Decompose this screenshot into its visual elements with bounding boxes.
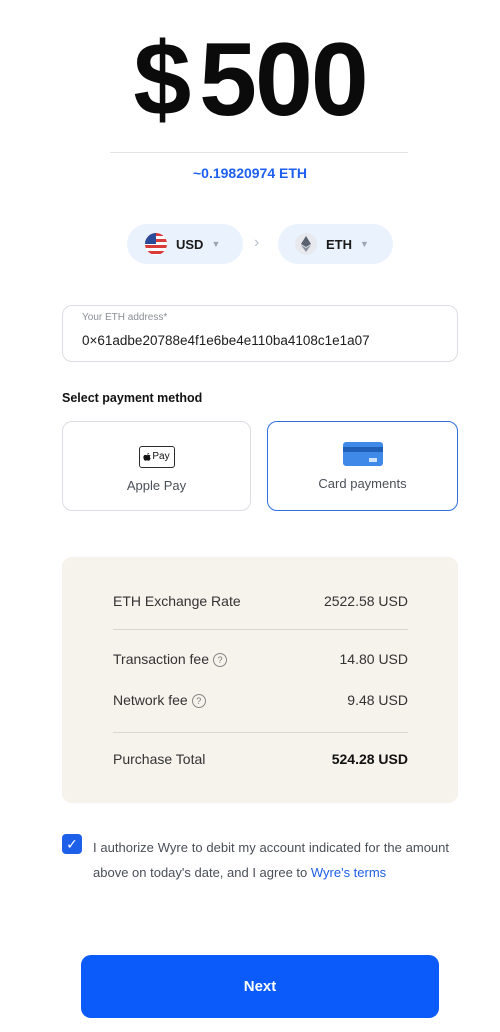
purchase-summary: ETH Exchange Rate 2522.58 USD Transactio… (62, 557, 458, 803)
currency-from-label: USD (176, 236, 204, 252)
card-payments-label: Card payments (318, 475, 407, 491)
next-button[interactable]: Next (81, 955, 439, 1018)
chevron-right-icon: › (254, 234, 260, 251)
info-icon[interactable]: ? (191, 694, 206, 708)
apple-pay-option[interactable]: Pay Apple Pay (62, 421, 251, 511)
summary-row-transaction-fee: Transaction fee? 14.80 USD (113, 651, 408, 667)
summary-label: ETH Exchange Rate (113, 593, 241, 609)
apple-pay-icon: Pay (138, 445, 175, 468)
consent-body: I authorize Wyre to debit my account ind… (93, 840, 449, 880)
summary-value: 14.80 USD (339, 651, 408, 667)
us-flag-icon (145, 233, 167, 255)
eth-address-field[interactable]: Your ETH address* (62, 305, 458, 362)
currency-to-selector[interactable]: ETH ▼ (278, 224, 393, 264)
payment-method-title: Select payment method (62, 391, 203, 405)
terms-link[interactable]: Wyre's terms (311, 865, 386, 880)
summary-label-group: Transaction fee? (113, 651, 227, 667)
summary-row-network-fee: Network fee? 9.48 USD (113, 692, 408, 708)
amount-value: 500 (199, 22, 369, 138)
amount-divider (110, 152, 408, 153)
summary-divider (113, 732, 408, 733)
credit-card-icon (342, 441, 383, 466)
ethereum-icon (295, 233, 317, 255)
summary-label-group: Network fee? (113, 692, 206, 708)
summary-label: Purchase Total (113, 751, 206, 767)
summary-label: Transaction fee (113, 651, 209, 667)
checkout-page: $500 ~0.19820974 ETH USD ▼ › ETH ▼ Your … (0, 0, 500, 1032)
summary-value: 2522.58 USD (323, 593, 408, 609)
apple-pay-label: Apple Pay (126, 477, 187, 493)
summary-value: 524.28 USD (331, 751, 408, 767)
summary-label: Network fee (113, 692, 188, 708)
eth-address-input[interactable] (82, 333, 447, 348)
summary-row-total: Purchase Total 524.28 USD (113, 751, 408, 767)
currency-from-selector[interactable]: USD ▼ (127, 224, 243, 264)
info-icon[interactable]: ? (212, 653, 227, 667)
apple-pay-icon-text: Pay (152, 451, 170, 462)
eth-address-label: Your ETH address* (82, 312, 168, 323)
card-payments-option[interactable]: Card payments (267, 421, 458, 511)
consent-text: I authorize Wyre to debit my account ind… (93, 835, 449, 885)
crypto-amount: ~0.19820974 ETH (192, 165, 308, 181)
consent-checkbox[interactable]: ✓ (62, 834, 82, 854)
summary-row-exchange-rate: ETH Exchange Rate 2522.58 USD (113, 593, 408, 609)
currency-symbol: $ (133, 22, 191, 138)
chevron-down-icon: ▼ (360, 239, 369, 249)
fiat-amount: $500 (0, 28, 500, 132)
currency-to-label: ETH (326, 236, 352, 252)
chevron-down-icon: ▼ (211, 239, 221, 249)
summary-divider (113, 629, 408, 630)
summary-value: 9.48 USD (347, 692, 408, 708)
